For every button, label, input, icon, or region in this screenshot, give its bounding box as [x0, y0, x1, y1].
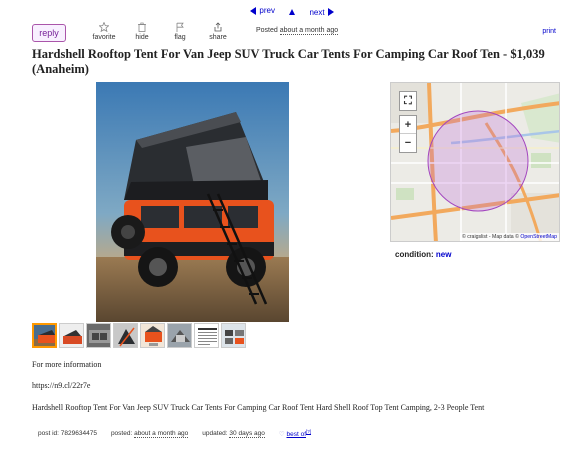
share-button[interactable]: share: [198, 22, 238, 41]
fullscreen-icon[interactable]: ⛶: [400, 92, 416, 110]
map-attribution: © craigslist - Map data © OpenStreetMap: [459, 233, 559, 241]
prev-arrow-icon: [250, 6, 257, 15]
description-url: https://n9.cl/22r7e: [32, 381, 91, 390]
thumbnail[interactable]: [194, 323, 219, 348]
prev-label: prev: [259, 6, 275, 15]
print-link[interactable]: print: [542, 28, 556, 35]
posted-value: about a month ago: [134, 430, 189, 439]
hide-button[interactable]: hide: [122, 22, 162, 41]
thumbnail[interactable]: [221, 323, 246, 348]
thumbnail-strip: [32, 323, 246, 348]
description-line-1: For more information: [32, 360, 102, 369]
posting-title: Hardshell Rooftop Tent For Van Jeep SUV …: [32, 47, 545, 76]
description-line-3: Hardshell Rooftop Tent For Van Jeep SUV …: [32, 403, 485, 412]
openstreetmap-link[interactable]: OpenStreetMap: [520, 234, 557, 240]
thumbnail[interactable]: [59, 323, 84, 348]
map-zoom-control: + −: [399, 115, 417, 153]
best-of: ♡ best of[?]: [279, 429, 311, 438]
favorite-button[interactable]: favorite: [84, 22, 124, 41]
condition-label: condition:: [395, 250, 434, 259]
share-icon: [214, 22, 222, 32]
hide-label: hide: [135, 34, 149, 41]
location-map[interactable]: ⛶ + − © craigslist - Map data © OpenStre…: [390, 82, 560, 242]
post-id-label: post id:: [38, 430, 59, 438]
flag-label: flag: [174, 34, 186, 41]
updated-date: updated: 30 days ago: [202, 430, 265, 439]
flag-button[interactable]: flag: [160, 22, 200, 41]
posted-prefix: Posted: [256, 27, 278, 34]
map-attribution-text: © craigslist - Map data ©: [461, 234, 519, 240]
favorite-label: favorite: [92, 34, 116, 41]
map-fullscreen-control[interactable]: ⛶: [399, 91, 417, 111]
prev-link[interactable]: prev: [250, 6, 275, 15]
product-photo-image: [96, 82, 289, 322]
thumbnail[interactable]: [140, 323, 165, 348]
share-label: share: [209, 34, 227, 41]
posted-info: Posted about a month ago: [256, 27, 339, 35]
best-of-link[interactable]: best of: [286, 431, 306, 438]
post-id-value: 7829634475: [60, 430, 97, 438]
next-arrow-icon: [327, 8, 334, 16]
heart-icon: ♡: [278, 431, 285, 439]
thumbnail[interactable]: [113, 323, 138, 348]
star-icon: [99, 22, 109, 32]
best-of-help-link[interactable]: [?]: [306, 429, 311, 434]
up-arrow-icon[interactable]: [289, 9, 296, 16]
thumbnail[interactable]: [32, 323, 57, 348]
updated-value: 30 days ago: [229, 430, 265, 439]
reply-button[interactable]: reply: [32, 24, 66, 42]
trash-icon: [138, 22, 146, 32]
zoom-out-button[interactable]: −: [400, 134, 416, 152]
condition-value[interactable]: new: [436, 250, 452, 259]
main-photo[interactable]: [96, 82, 289, 322]
thumbnail[interactable]: [167, 323, 192, 348]
listing-nav: prev next: [0, 6, 584, 17]
thumbnail[interactable]: [86, 323, 111, 348]
flag-icon: [176, 22, 184, 32]
condition-attribute: condition: new: [395, 250, 451, 259]
post-info-footer: post id: 7829634475 posted: about a mont…: [38, 429, 311, 438]
posted-label: posted:: [110, 430, 133, 438]
posted-time: about a month ago: [279, 27, 339, 35]
next-label: next: [309, 7, 325, 17]
posted-date: posted: about a month ago: [110, 430, 189, 439]
updated-label: updated:: [202, 430, 228, 438]
next-link[interactable]: next: [309, 7, 334, 17]
zoom-in-button[interactable]: +: [400, 116, 416, 134]
post-id: post id: 7829634475: [38, 430, 97, 437]
